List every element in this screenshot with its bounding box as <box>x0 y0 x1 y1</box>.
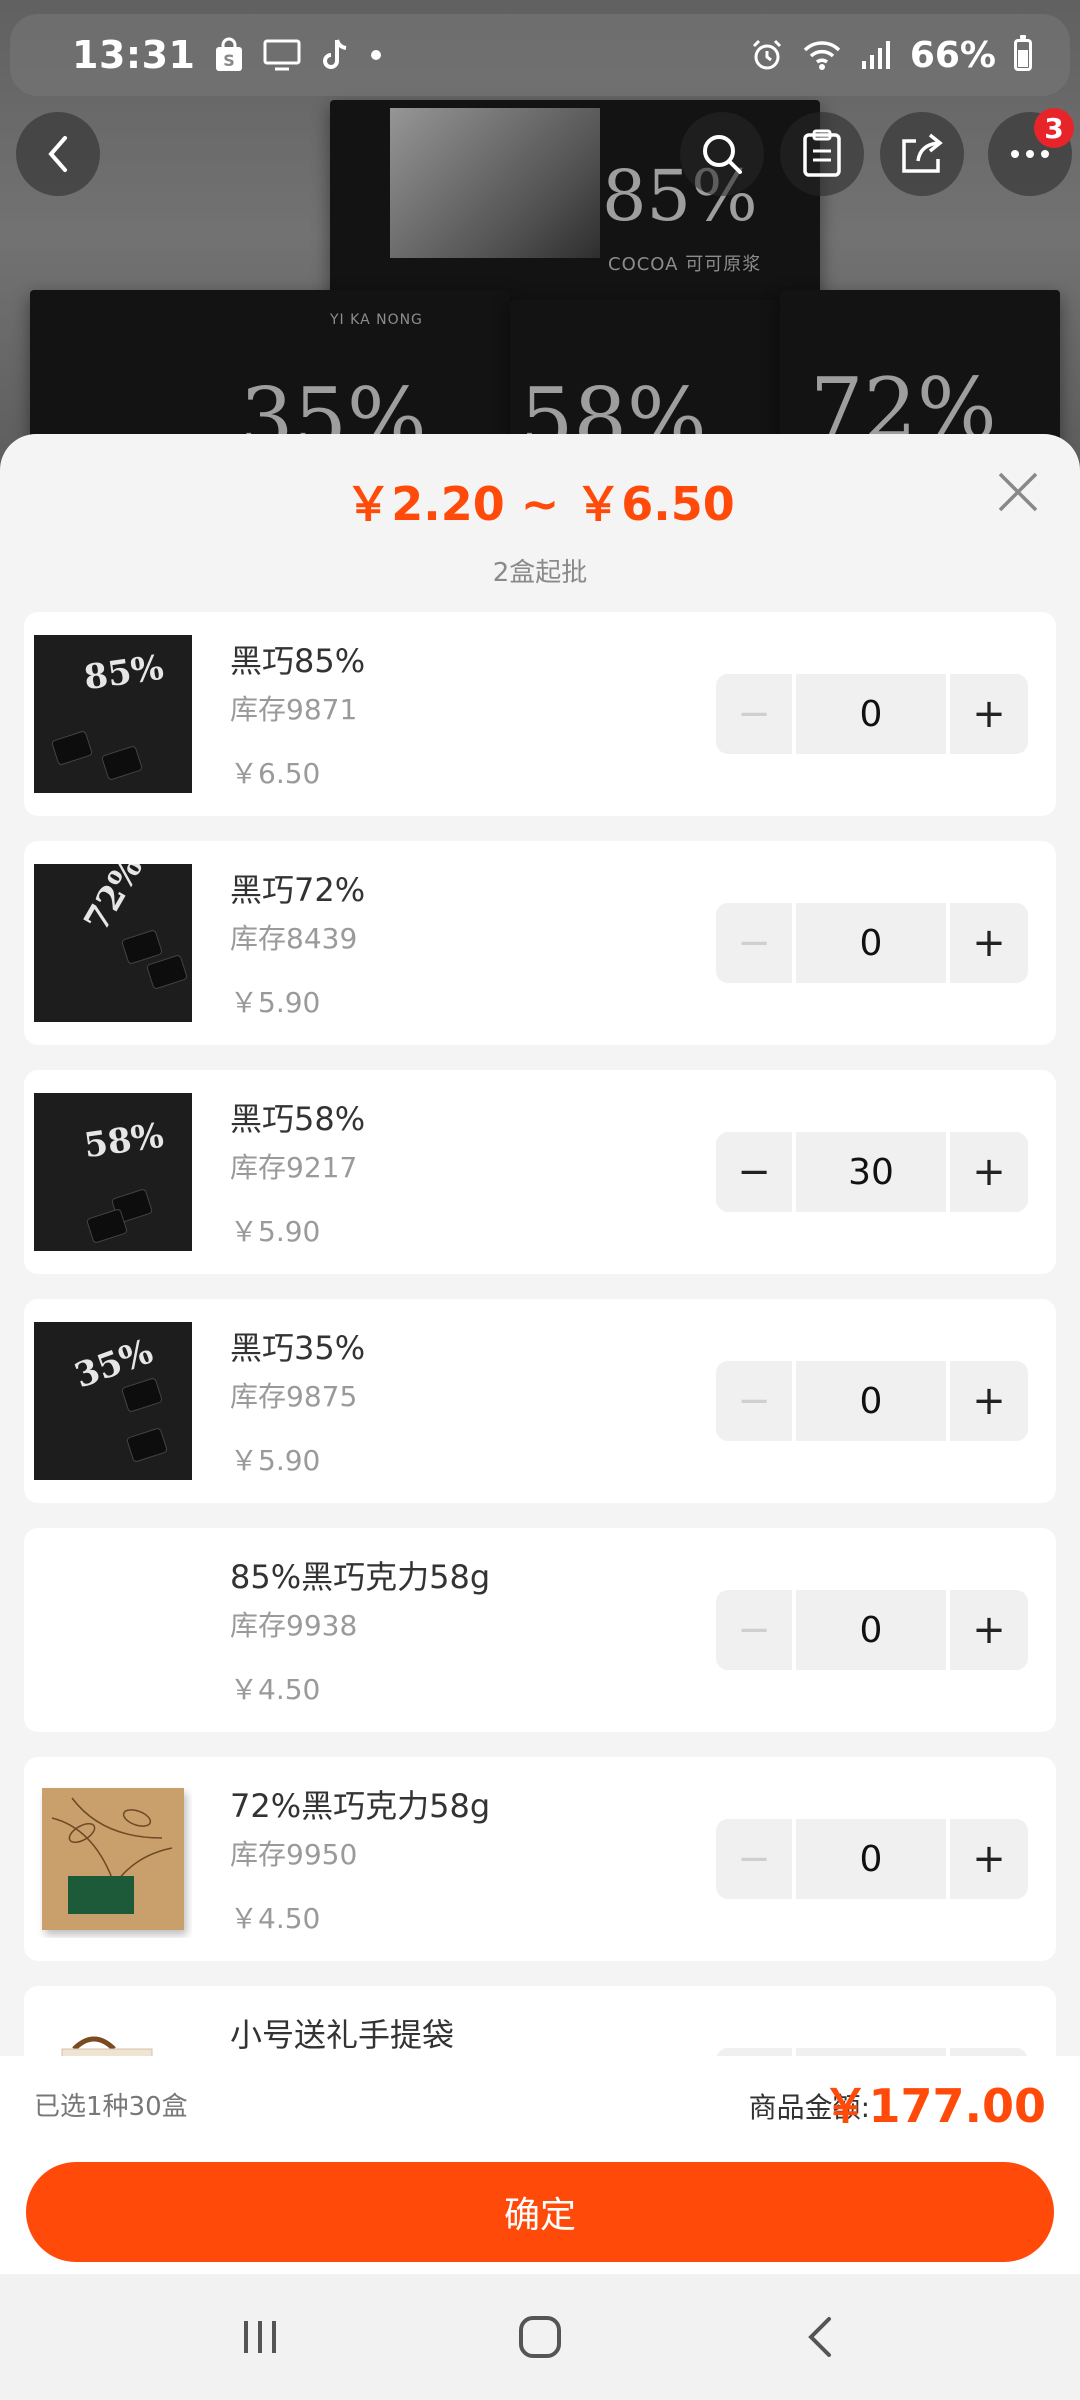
system-back-button[interactable] <box>780 2297 860 2377</box>
status-time: 13:31 <box>72 33 196 77</box>
quantity-stepper: − 0 + <box>716 1590 1032 1670</box>
quantity-stepper: − 0 + <box>716 1819 1032 1899</box>
decrement-button[interactable]: − <box>716 1819 792 1899</box>
back-button[interactable] <box>16 112 100 196</box>
alarm-icon <box>750 38 784 72</box>
chevron-left-icon <box>48 136 67 172</box>
increment-button[interactable]: + <box>950 1590 1028 1670</box>
confirm-button[interactable]: 确定 <box>26 2162 1054 2262</box>
battery-percent: 66% <box>909 34 996 76</box>
min-order-text: 2盒起批 <box>492 558 588 588</box>
item-stock: 库存9871 <box>230 693 358 726</box>
product-thumbnail <box>34 1780 192 1938</box>
item-name: 黑巧85% <box>230 642 366 680</box>
shopping-bag-icon: S <box>213 37 245 73</box>
quantity-stepper: − 0 + <box>716 903 1032 983</box>
quantity-input[interactable]: 0 <box>796 674 946 754</box>
decrement-button[interactable]: − <box>716 903 792 983</box>
quantity-input[interactable]: 0 <box>796 1361 946 1441</box>
home-button[interactable] <box>500 2297 580 2377</box>
increment-button[interactable]: + <box>950 1819 1028 1899</box>
price-range: ￥2.20 ~ ￥6.50 <box>345 477 735 531</box>
back-arrow-icon <box>808 2317 831 2357</box>
quantity-input[interactable]: 0 <box>796 1590 946 1670</box>
system-nav-bar <box>0 2274 1080 2400</box>
list-item: 58% 黑巧58% 库存9217 ￥5.90 − 30 + <box>24 1070 1056 1274</box>
product-thumbnail: 72% <box>34 864 192 1022</box>
list-item: 85% 黑巧85% 库存9871 ￥6.50 − 0 + <box>24 612 1056 816</box>
quantity-input[interactable]: 30 <box>796 1132 946 1212</box>
product-thumbnail: 35% <box>34 1322 192 1480</box>
total-amount: ￥177.00 <box>822 2079 1046 2133</box>
battery-icon <box>1014 35 1032 71</box>
quantity-stepper: − 30 + <box>716 1132 1032 1212</box>
decrement-button[interactable]: − <box>716 1132 792 1212</box>
item-name: 72%黑巧克力58g <box>230 1787 491 1825</box>
list-item: 35% 黑巧35% 库存9875 ￥5.90 − 0 + <box>24 1299 1056 1503</box>
increment-button[interactable]: + <box>950 1361 1028 1441</box>
more-dots-icon <box>1011 150 1049 158</box>
tv-icon <box>263 38 301 72</box>
item-price: ￥5.90 <box>230 1444 321 1477</box>
tiktok-icon <box>319 37 351 73</box>
recent-apps-icon <box>244 2321 276 2353</box>
item-stock: 库存9875 <box>230 1380 358 1413</box>
home-icon <box>519 2316 561 2358</box>
decrement-button[interactable]: − <box>716 674 792 754</box>
status-bar: 13:31 S 66% <box>10 14 1070 96</box>
search-icon <box>703 135 742 174</box>
clipboard-icon <box>803 129 841 177</box>
item-price: ￥5.90 <box>230 1215 321 1248</box>
search-button[interactable] <box>680 112 764 196</box>
list-item: 72%黑巧克力58g 库存9950 ￥4.50 − 0 + <box>24 1757 1056 1961</box>
decrement-button[interactable]: − <box>716 1590 792 1670</box>
dot-icon <box>369 48 383 62</box>
item-price: ￥4.50 <box>230 1673 321 1706</box>
item-name: 黑巧72% <box>230 871 366 909</box>
increment-button[interactable]: + <box>950 903 1028 983</box>
item-stock: 库存9217 <box>230 1151 358 1184</box>
decrement-button[interactable]: − <box>716 1361 792 1441</box>
wifi-icon <box>802 39 842 71</box>
product-thumbnail <box>34 1551 192 1709</box>
increment-button[interactable]: + <box>950 674 1028 754</box>
item-name: 黑巧35% <box>230 1329 366 1367</box>
quantity-stepper: − 0 + <box>716 1361 1032 1441</box>
list-item: 72% 黑巧72% 库存8439 ￥5.90 − 0 + <box>24 841 1056 1045</box>
close-button[interactable] <box>990 464 1046 520</box>
item-price: ￥6.50 <box>230 757 321 790</box>
signal-icon <box>860 39 892 71</box>
svg-text:S: S <box>224 51 236 70</box>
quantity-input[interactable]: 0 <box>796 903 946 983</box>
cart-badge: 3 <box>1034 108 1074 148</box>
item-name: 黑巧58% <box>230 1100 366 1138</box>
item-price: ￥5.90 <box>230 986 321 1019</box>
item-price: ￥4.50 <box>230 1902 321 1935</box>
item-stock: 库存8439 <box>230 922 358 955</box>
share-icon <box>902 133 943 173</box>
quantity-stepper: − 0 + <box>716 674 1032 754</box>
item-name: 85%黑巧克力58g <box>230 1558 491 1596</box>
more-button[interactable]: 3 <box>988 108 1074 196</box>
share-button[interactable] <box>880 112 964 196</box>
close-icon <box>998 472 1038 512</box>
item-stock: 库存9950 <box>230 1838 358 1871</box>
selected-count: 已选1种30盒 <box>34 2092 188 2122</box>
product-thumbnail: 85% <box>34 635 192 793</box>
recent-apps-button[interactable] <box>220 2297 300 2377</box>
item-name: 小号送礼手提袋 <box>230 2016 455 2054</box>
increment-button[interactable]: + <box>950 1132 1028 1212</box>
sku-selection-sheet: ￥2.20 ~ ￥6.50 2盒起批 85% 黑巧85% 库存9871 ￥6.5… <box>0 434 1080 2274</box>
item-stock: 库存9938 <box>230 1609 358 1642</box>
clipboard-button[interactable] <box>780 112 864 196</box>
product-thumbnail: 58% <box>34 1093 192 1251</box>
order-summary: 已选1种30盒 商品金额: ￥177.00 确定 <box>0 2056 1080 2274</box>
list-item: 85%黑巧克力58g 库存9938 ￥4.50 − 0 + <box>24 1528 1056 1732</box>
quantity-input[interactable]: 0 <box>796 1819 946 1899</box>
